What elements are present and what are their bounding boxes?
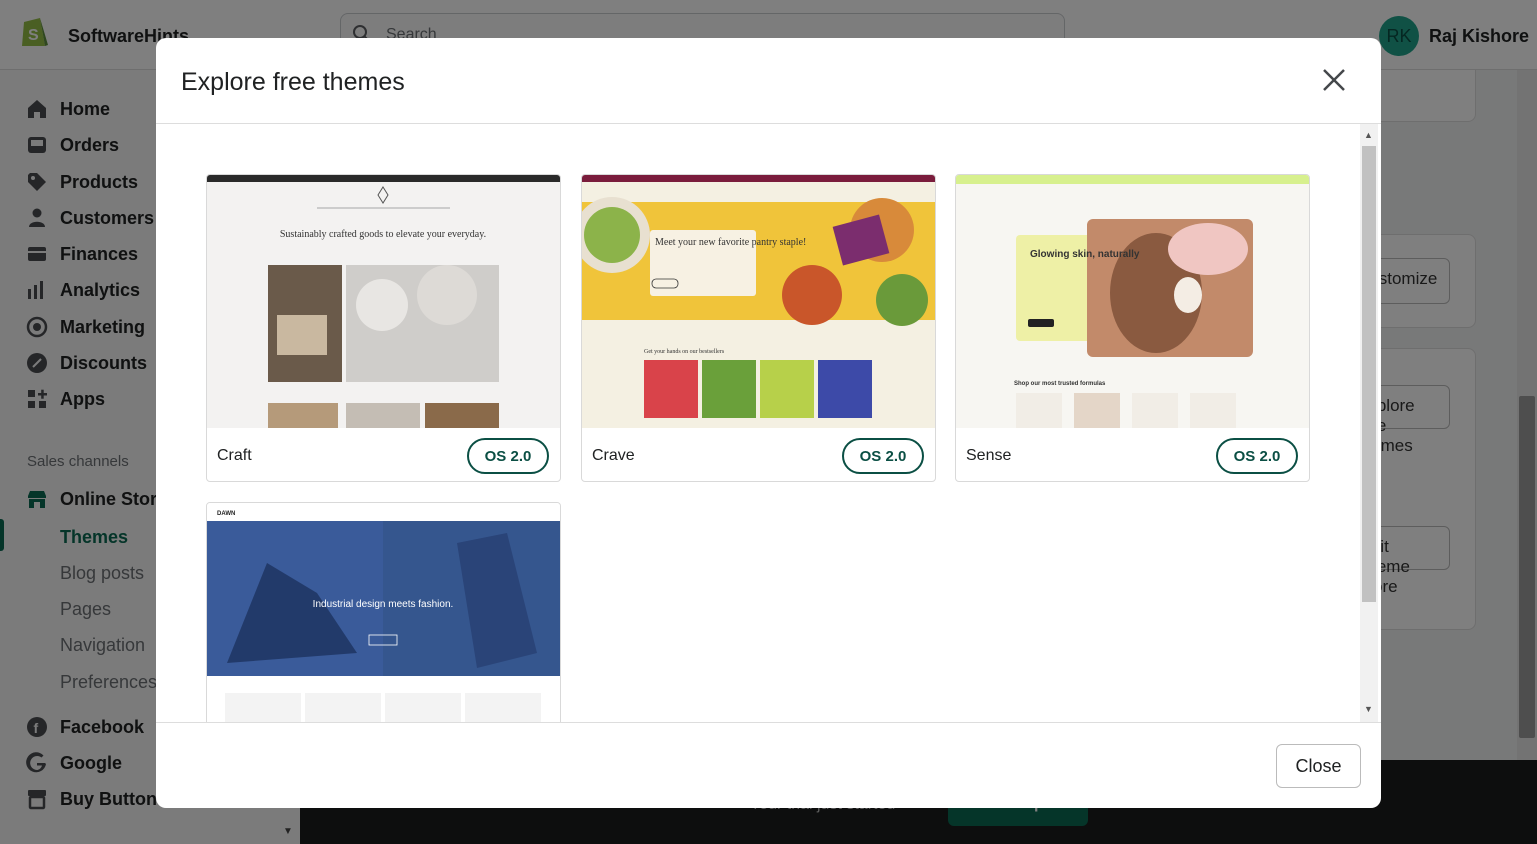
explore-themes-modal: Explore free themes Sustainably crafted … bbox=[156, 38, 1381, 808]
dawn-headline: Industrial design meets fashion. bbox=[313, 599, 454, 610]
themes-grid: Sustainably crafted goods to elevate you… bbox=[156, 124, 1381, 722]
os-badge: OS 2.0 bbox=[842, 438, 924, 474]
theme-card-craft[interactable]: Sustainably crafted goods to elevate you… bbox=[206, 174, 561, 482]
crave-headline: Meet your new favorite pantry staple! bbox=[655, 237, 806, 248]
os-badge: OS 2.0 bbox=[1216, 438, 1298, 474]
theme-preview-dawn[interactable]: DAWN Industrial design meets fashion. bbox=[207, 503, 560, 722]
crave-subhead: Get your hands on our bestsellers bbox=[644, 349, 725, 355]
theme-card-crave[interactable]: Meet your new favorite pantry staple! Ge… bbox=[581, 174, 936, 482]
theme-card-dawn[interactable]: DAWN Industrial design meets fashion. bbox=[206, 502, 561, 722]
scroll-up-icon[interactable]: ▲ bbox=[1364, 130, 1373, 140]
os-badge: OS 2.0 bbox=[467, 438, 549, 474]
scroll-down-icon[interactable]: ▼ bbox=[1364, 704, 1373, 714]
theme-name: Crave bbox=[592, 447, 635, 464]
theme-preview-craft[interactable]: Sustainably crafted goods to elevate you… bbox=[207, 175, 560, 428]
theme-preview-sense[interactable]: Glowing skin, naturally Shop our most tr… bbox=[956, 175, 1309, 428]
modal-footer: Close bbox=[156, 722, 1381, 808]
close-icon[interactable] bbox=[1318, 64, 1350, 96]
modal-title: Explore free themes bbox=[181, 68, 405, 96]
modal-header: Explore free themes bbox=[156, 38, 1381, 124]
sense-subhead: Shop our most trusted formulas bbox=[1014, 381, 1106, 387]
modal-scrollbar-thumb[interactable] bbox=[1362, 146, 1376, 602]
craft-headline: Sustainably crafted goods to elevate you… bbox=[280, 229, 486, 240]
sense-headline: Glowing skin, naturally bbox=[1030, 249, 1140, 260]
close-button[interactable]: Close bbox=[1276, 744, 1361, 788]
theme-name: Sense bbox=[966, 447, 1012, 464]
dawn-brand: DAWN bbox=[217, 511, 235, 517]
theme-preview-crave[interactable]: Meet your new favorite pantry staple! Ge… bbox=[582, 175, 935, 428]
theme-name: Craft bbox=[217, 447, 252, 464]
theme-card-sense[interactable]: Glowing skin, naturally Shop our most tr… bbox=[955, 174, 1310, 482]
